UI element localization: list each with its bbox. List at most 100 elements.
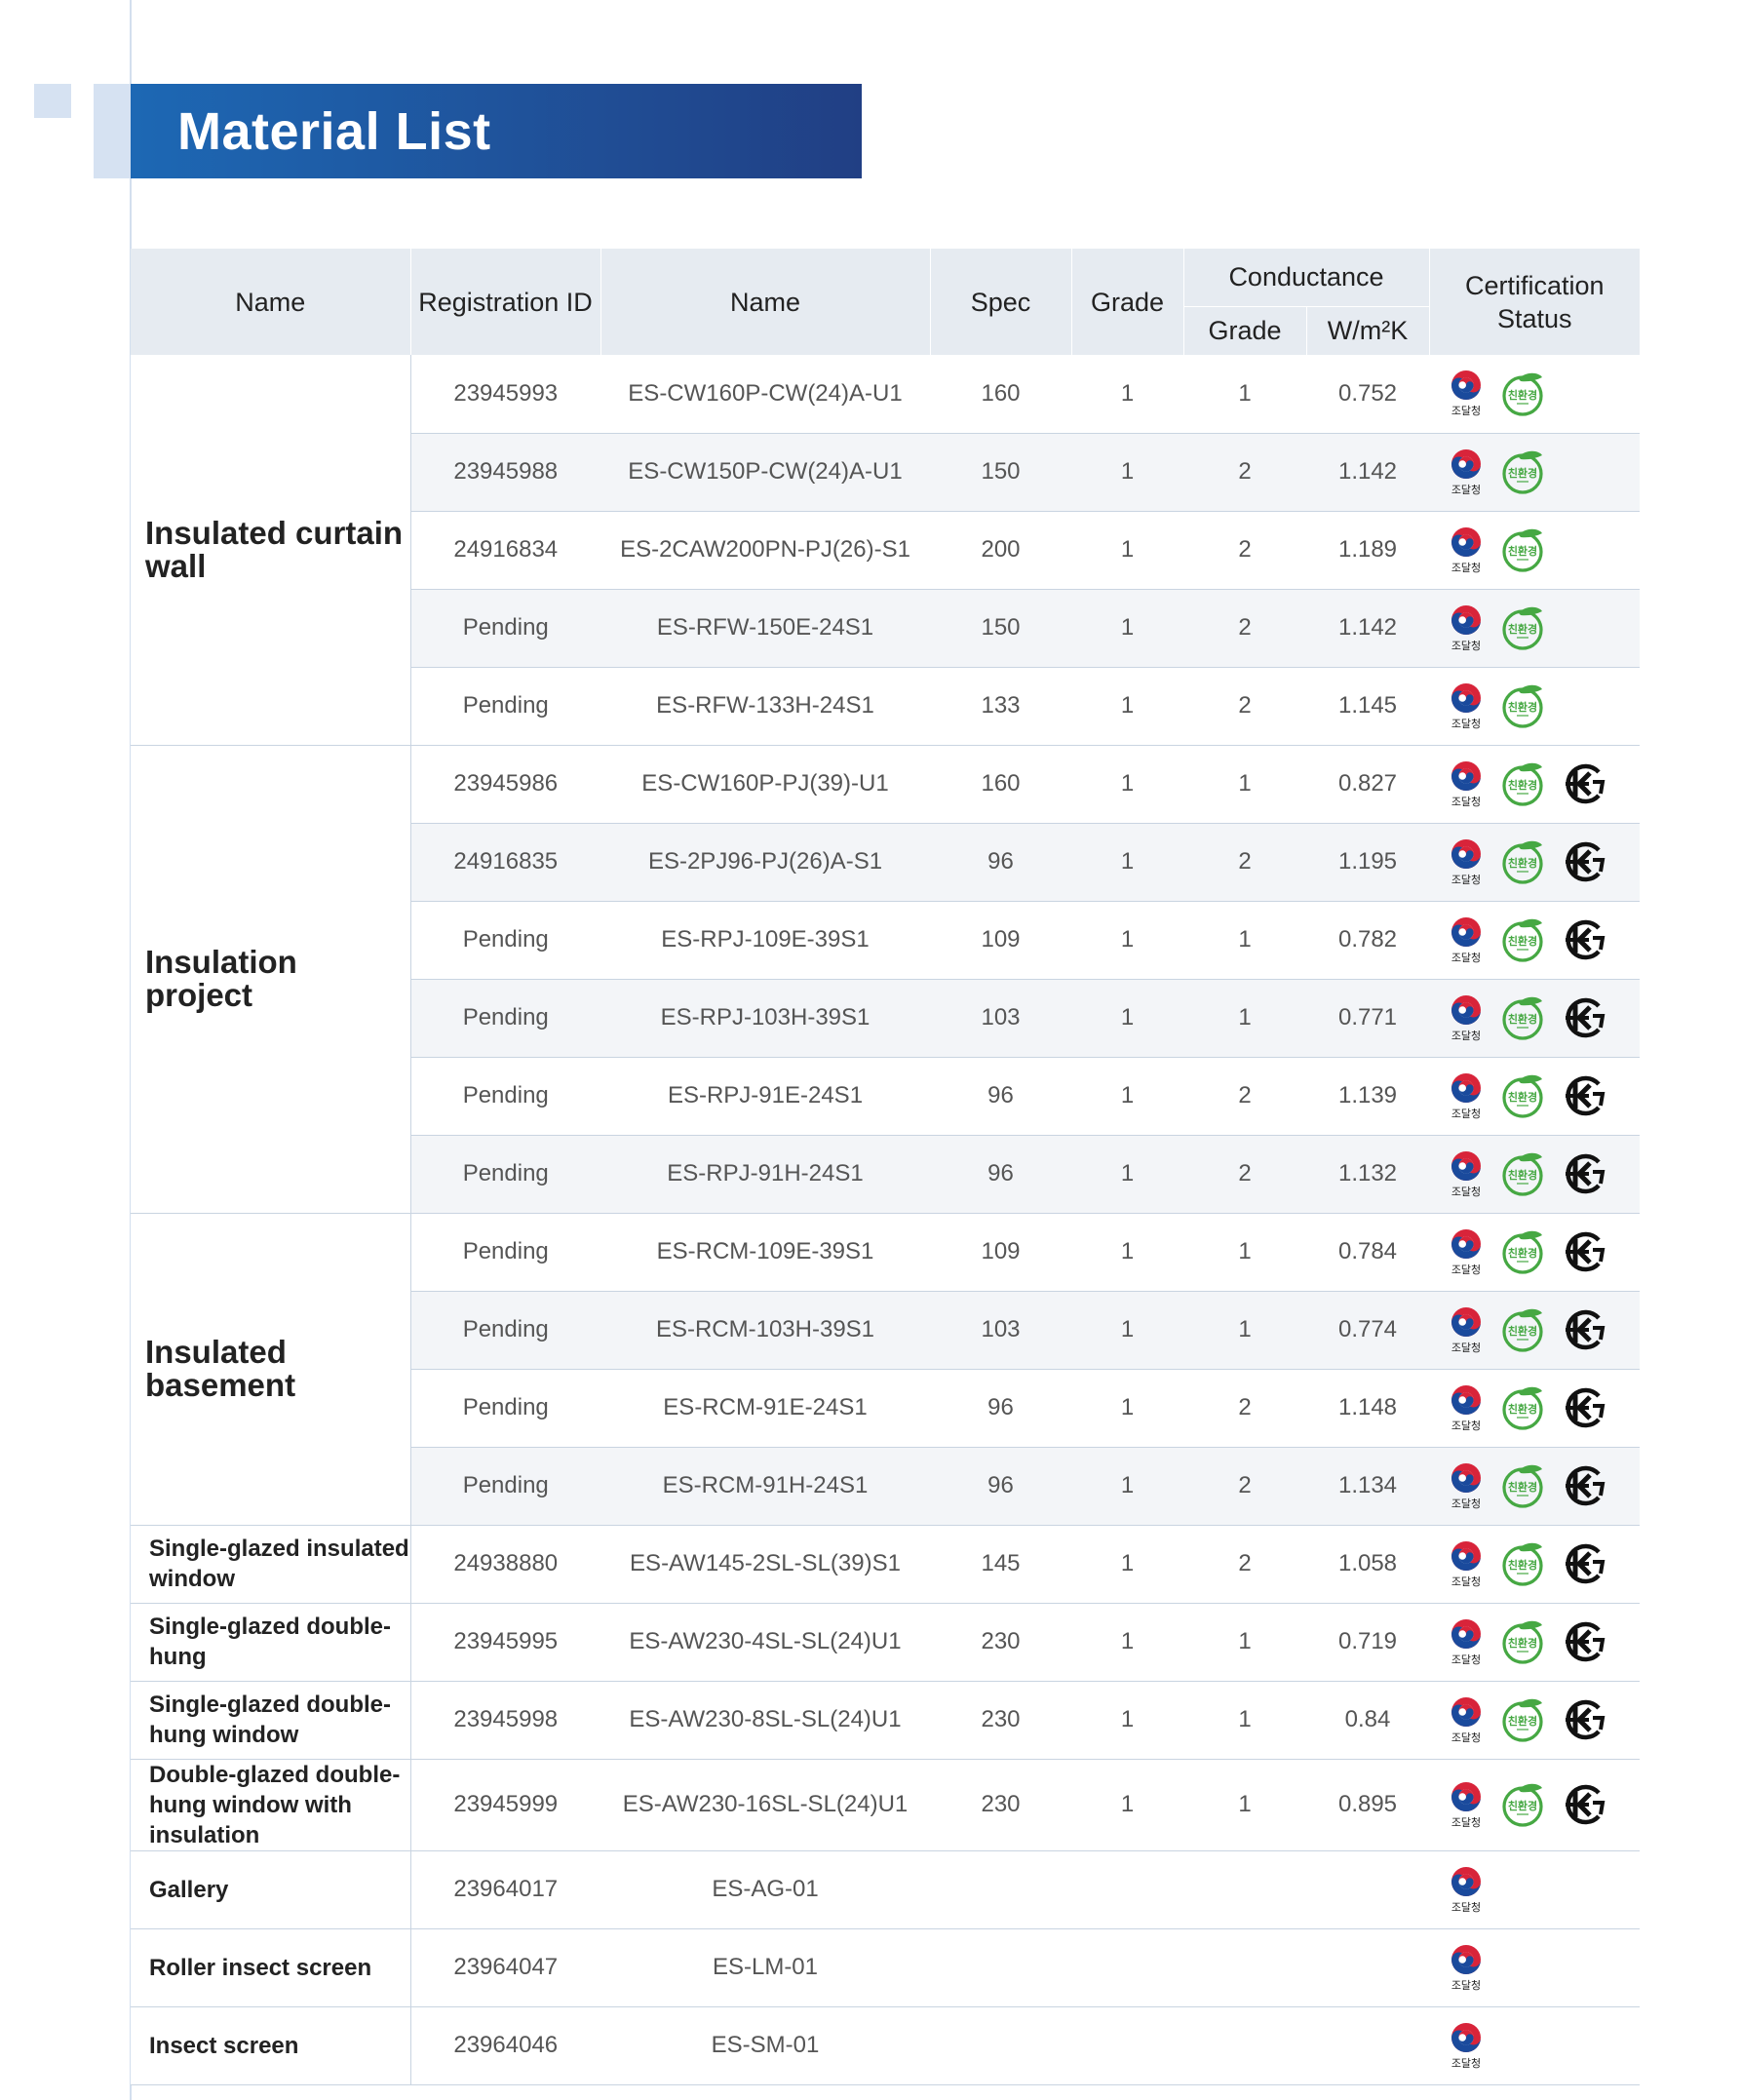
- cell-product-name: ES-2PJ96-PJ(26)A-S1: [600, 823, 930, 902]
- cell-certification-status: 조달청 친환경: [1429, 355, 1640, 434]
- cell-certification-status: 조달청 친환경: [1429, 1369, 1640, 1448]
- cell-registration-id: Pending: [410, 1213, 600, 1292]
- certification-badges: 조달청 친환경: [1429, 1227, 1640, 1277]
- cell-product-name: ES-AG-01: [600, 1850, 930, 1929]
- cell-registration-id: 23945998: [410, 1681, 600, 1760]
- cell-grade: 1: [1071, 745, 1183, 824]
- eco-icon: 친환경: [1499, 1696, 1546, 1743]
- kc-icon: [1560, 1384, 1606, 1431]
- cell-certification-status: 조달청 친환경: [1429, 1525, 1640, 1604]
- pps-icon: 조달청: [1447, 1227, 1486, 1277]
- cell-product-name: ES-AW230-8SL-SL(24)U1: [600, 1681, 930, 1760]
- cell-registration-id: Pending: [410, 1447, 600, 1526]
- pps-icon: 조달청: [1447, 1780, 1486, 1830]
- eco-icon: 친환경: [1499, 1228, 1546, 1275]
- cell-spec: 160: [930, 745, 1071, 824]
- cell-product-name: ES-RPJ-91E-24S1: [600, 1057, 930, 1136]
- cell-conductance-wm2k: 0.782: [1306, 901, 1429, 980]
- pps-icon-label: 조달청: [1451, 1575, 1482, 1588]
- pps-icon-label: 조달청: [1451, 1419, 1482, 1432]
- cell-registration-id: 23945988: [410, 433, 600, 512]
- svg-text:친환경: 친환경: [1508, 1558, 1537, 1572]
- cell-grade: 1: [1071, 355, 1183, 434]
- cell-product-name: ES-RPJ-103H-39S1: [600, 979, 930, 1058]
- cell-certification-status: 조달청 친환경: [1429, 979, 1640, 1058]
- pps-icon-label: 조달청: [1451, 1815, 1482, 1829]
- cell-registration-id: 23964046: [410, 2006, 600, 2085]
- col-header-grade: Grade: [1070, 249, 1183, 355]
- cell-grade: 1: [1071, 1681, 1183, 1760]
- cell-certification-status: 조달청: [1429, 2006, 1640, 2085]
- cell-spec: 96: [930, 1447, 1071, 1526]
- svg-text:친환경: 친환경: [1508, 1246, 1537, 1260]
- cell-registration-id: Pending: [410, 667, 600, 746]
- kc-icon: [1560, 1228, 1606, 1275]
- pps-icon: 조달청: [1447, 1943, 1486, 1993]
- material-table: Name Registration ID Name Spec Grade Con…: [131, 249, 1640, 2085]
- pps-icon-label: 조달청: [1451, 1497, 1482, 1510]
- cell-product-name: ES-RCM-103H-39S1: [600, 1291, 930, 1370]
- svg-text:친환경: 친환경: [1508, 1012, 1537, 1026]
- svg-text:친환경: 친환경: [1508, 622, 1537, 636]
- cell-conductance-grade: 1: [1183, 1213, 1306, 1292]
- cell-spec: 109: [930, 1213, 1071, 1292]
- svg-text:친환경: 친환경: [1508, 1636, 1537, 1650]
- row-group-name: Roller insect screen: [131, 1928, 411, 2007]
- pps-icon: 조달청: [1447, 369, 1486, 418]
- table-row: Gallery 23964017 ES-AG-01 조달청: [131, 1850, 1640, 1929]
- pps-icon-label: 조달청: [1451, 1341, 1482, 1354]
- cell-grade: 1: [1071, 511, 1183, 590]
- cell-conductance-wm2k: 0.827: [1306, 745, 1429, 824]
- cell-registration-id: Pending: [410, 589, 600, 668]
- cell-conductance-grade: 2: [1183, 1135, 1306, 1214]
- certification-badges: 조달청 친환경: [1429, 369, 1640, 418]
- cell-conductance-grade: 2: [1183, 823, 1306, 902]
- pps-icon: 조달청: [1447, 1071, 1486, 1121]
- cell-registration-id: 23945995: [410, 1603, 600, 1682]
- cell-spec: 96: [930, 1135, 1071, 1214]
- cell-product-name: ES-AW230-4SL-SL(24)U1: [600, 1603, 930, 1682]
- cell-certification-status: 조달청 친환경: [1429, 1135, 1640, 1214]
- cell-conductance-grade: 2: [1183, 511, 1306, 590]
- pps-icon: 조달청: [1447, 603, 1486, 653]
- cell-conductance-wm2k: 1.142: [1306, 433, 1429, 512]
- table-row: Double-glazed double-hung window with in…: [131, 1759, 1640, 1851]
- table-row: Insulated basement Pending ES-RCM-109E-39S…: [131, 1213, 1640, 1526]
- table-row: Roller insect screen 23964047 ES-LM-01 조달청: [131, 1928, 1640, 2007]
- cell-spec: 103: [930, 979, 1071, 1058]
- cell-conductance-wm2k: 0.752: [1306, 355, 1429, 434]
- pps-icon-label: 조달청: [1451, 2056, 1482, 2070]
- row-group-name: Single-glazed double-hung: [131, 1603, 411, 1682]
- table-row: Single-glazed double-hung window 23945998…: [131, 1681, 1640, 1760]
- table-row: Insulation project 23945986 ES-CW160P-PJ(3…: [131, 745, 1640, 1214]
- cell-spec: 109: [930, 901, 1071, 980]
- cell-conductance-wm2k: 1.132: [1306, 1135, 1429, 1214]
- pps-icon: 조달청: [1447, 681, 1486, 731]
- cell-spec: 145: [930, 1525, 1071, 1604]
- cell-conductance-grade: 2: [1183, 1447, 1306, 1526]
- cell-spec: 230: [930, 1603, 1071, 1682]
- cell-conductance-wm2k: 0.895: [1306, 1759, 1429, 1851]
- pps-icon: 조달청: [1447, 1539, 1486, 1589]
- cell-certification-status: 조달청 친환경: [1429, 667, 1640, 746]
- pps-icon: 조달청: [1447, 1695, 1486, 1745]
- cell-registration-id: 24916834: [410, 511, 600, 590]
- cell-conductance-wm2k: [1306, 2006, 1429, 2085]
- pps-icon-label: 조달청: [1451, 873, 1482, 886]
- eco-icon: 친환경: [1499, 760, 1546, 807]
- pps-icon: 조달청: [1447, 759, 1486, 809]
- col-header-conductance: Conductance: [1182, 249, 1429, 306]
- cell-registration-id: 23945993: [410, 355, 600, 434]
- cell-conductance-grade: 2: [1183, 1525, 1306, 1604]
- cell-conductance-wm2k: 1.189: [1306, 511, 1429, 590]
- cell-registration-id: 23945999: [410, 1759, 600, 1851]
- col-header-conductance-wm2k: W/m²K: [1305, 305, 1429, 355]
- svg-text:친환경: 친환경: [1508, 1480, 1537, 1494]
- cell-product-name: ES-CW160P-PJ(39)-U1: [600, 745, 930, 824]
- cell-product-name: ES-SM-01: [600, 2006, 930, 2085]
- eco-icon: 친환경: [1499, 1781, 1546, 1828]
- kc-icon: [1560, 1150, 1606, 1197]
- certification-badges: 조달청 친환경: [1429, 1617, 1640, 1667]
- cell-conductance-grade: 1: [1183, 355, 1306, 434]
- certification-badges: 조달청 친환경: [1429, 1305, 1640, 1355]
